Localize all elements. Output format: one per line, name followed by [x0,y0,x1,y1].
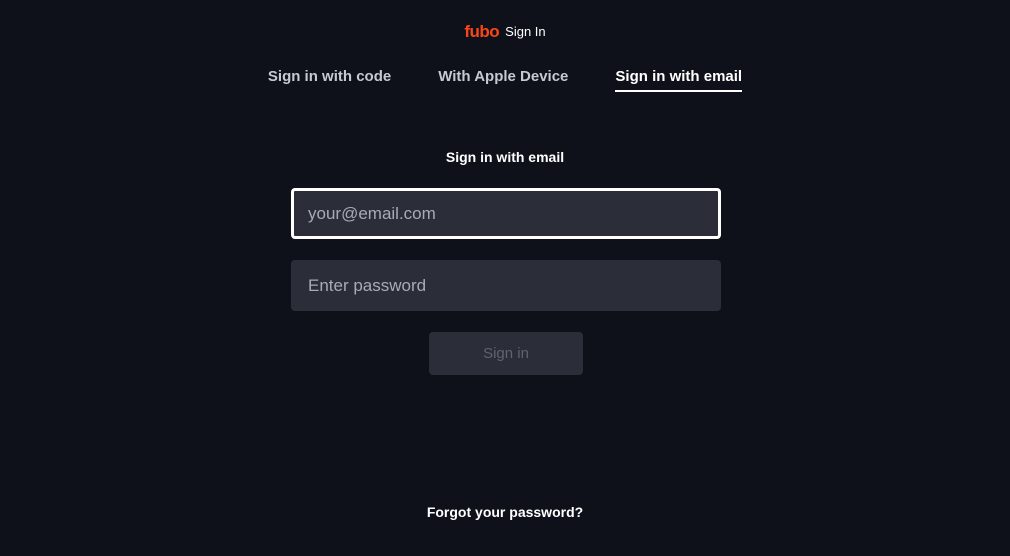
sign-in-page: fubo Sign In Sign in with code With Appl… [0,0,1010,556]
tab-sign-in-with-email[interactable]: Sign in with email [615,68,743,92]
fubo-logo: fubo [464,22,500,41]
password-field[interactable] [291,260,721,311]
page-title: Sign In [505,24,546,39]
header: fubo Sign In [0,22,1010,42]
email-field[interactable] [291,188,721,239]
sign-in-button[interactable]: Sign in [429,332,583,375]
tab-sign-in-with-code[interactable]: Sign in with code [268,68,391,92]
tab-with-apple-device[interactable]: With Apple Device [438,68,568,92]
sign-in-method-tabs: Sign in with code With Apple Device Sign… [0,68,1010,92]
form-heading: Sign in with email [445,149,565,165]
forgot-password-link[interactable]: Forgot your password? [0,504,1010,520]
